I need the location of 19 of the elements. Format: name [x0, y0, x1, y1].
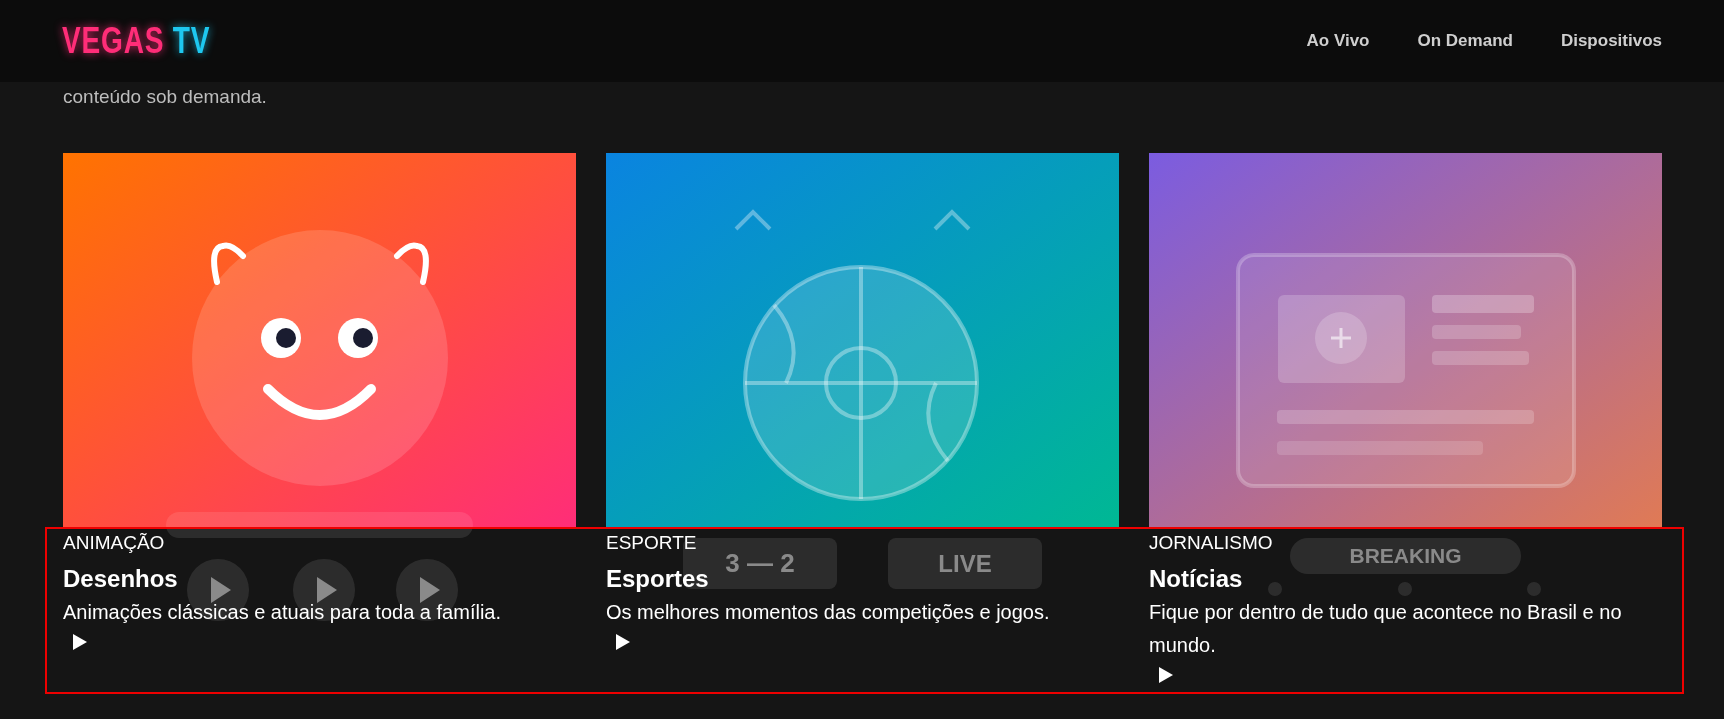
play-icon[interactable]: [1159, 667, 1173, 683]
intro-text: conteúdo sob demanda.: [63, 85, 268, 109]
card-description: Animações clássicas e atuais para toda a família.: [63, 600, 502, 625]
nav-link[interactable]: On Demand: [1417, 28, 1513, 54]
play-icon[interactable]: [616, 634, 630, 650]
card-title: Notícias: [1149, 565, 1243, 593]
card-description: Fique por dentro de tudo que acontece no Brasil e no mundo.: [1149, 600, 1623, 658]
card-category: ESPORTE: [606, 531, 697, 555]
breaking-badge: BREAKING: [1290, 538, 1521, 574]
card-title: Desenhos: [63, 565, 178, 593]
card-category: JORNALISMO: [1149, 531, 1273, 555]
play-icon[interactable]: [73, 634, 87, 650]
live-badge: LIVE: [888, 538, 1042, 589]
logo[interactable]: VEGAS TV: [62, 14, 211, 68]
card-category: ANIMAÇÃO: [63, 531, 165, 555]
nav-link[interactable]: Ao Vivo: [1306, 28, 1370, 54]
card-description: Os melhores momentos das competições e jogos.: [606, 600, 1051, 625]
card-title: Esportes: [606, 565, 709, 593]
nav-link[interactable]: Dispositivos: [1560, 28, 1662, 54]
